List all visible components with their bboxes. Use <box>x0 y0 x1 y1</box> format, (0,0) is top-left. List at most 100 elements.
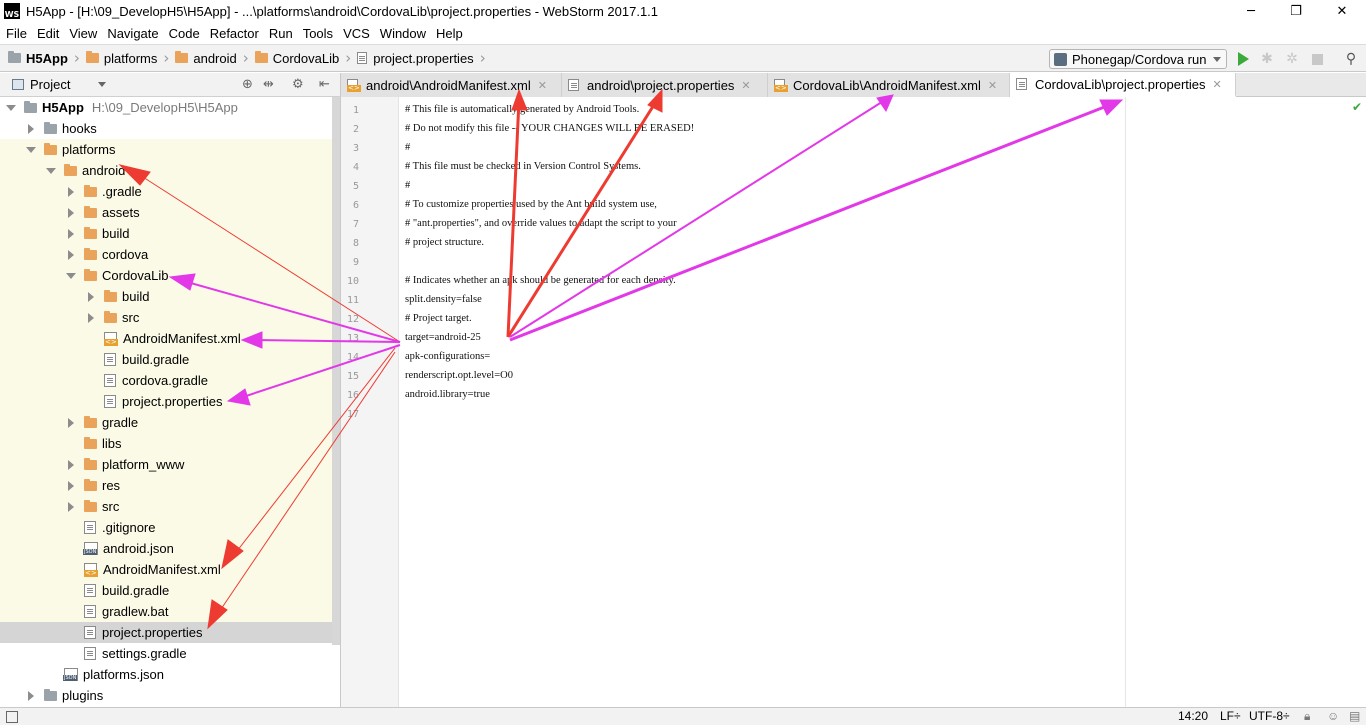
event-log-icon[interactable]: ▤ <box>1349 709 1360 723</box>
collapsed-arrow-icon[interactable] <box>86 313 96 323</box>
menu-tools[interactable]: Tools <box>298 26 338 41</box>
code-line[interactable]: # This file must be checked in Version C… <box>405 161 641 172</box>
code-line[interactable]: android.library=true <box>405 389 490 400</box>
collapsed-arrow-icon[interactable] <box>66 502 76 512</box>
lock-icon[interactable]: 🔒︎ <box>1304 709 1310 724</box>
expanded-arrow-icon[interactable] <box>26 145 36 155</box>
file-encoding[interactable]: UTF-8÷ <box>1249 709 1290 723</box>
menu-vcs[interactable]: VCS <box>338 26 375 41</box>
collapsed-arrow-icon[interactable] <box>66 460 76 470</box>
tree-item[interactable]: platforms.json <box>0 664 332 685</box>
collapsed-arrow-icon[interactable] <box>86 292 96 302</box>
chevron-down-icon[interactable] <box>98 82 107 87</box>
menu-code[interactable]: Code <box>164 26 205 41</box>
tool-window-toggle-icon[interactable] <box>6 711 18 723</box>
breadcrumb-h5app[interactable]: H5App <box>0 44 72 72</box>
tree-item[interactable]: AndroidManifest.xml <box>0 559 332 580</box>
tree-item[interactable]: assets <box>0 202 332 223</box>
tree-item[interactable]: gradlew.bat <box>0 601 332 622</box>
line-separator[interactable]: LF÷ <box>1220 709 1241 723</box>
tree-item[interactable]: project.properties <box>0 622 332 643</box>
collapsed-arrow-icon[interactable] <box>66 250 76 260</box>
tree-item[interactable]: res <box>0 475 332 496</box>
code-line[interactable]: apk-configurations= <box>405 351 490 362</box>
tree-item[interactable]: build.gradle <box>0 580 332 601</box>
tree-item[interactable]: settings.gradle <box>0 643 332 664</box>
menu-edit[interactable]: Edit <box>32 26 64 41</box>
caret-position[interactable]: 14:20 <box>1178 709 1208 723</box>
stop-button[interactable] <box>1309 51 1325 67</box>
code-line[interactable]: # Do not modify this file -- YOUR CHANGE… <box>405 123 694 134</box>
hide-panel-icon[interactable]: ⇤ <box>319 77 330 92</box>
menu-refactor[interactable]: Refactor <box>205 26 264 41</box>
menu-help[interactable]: Help <box>431 26 468 41</box>
tree-item[interactable]: android <box>0 160 332 181</box>
tree-item[interactable]: src <box>0 307 332 328</box>
restore-button[interactable]: ❐ <box>1273 0 1319 22</box>
close-tab-icon[interactable]: ✕ <box>988 79 997 92</box>
tree-item[interactable]: src <box>0 496 332 517</box>
menu-run[interactable]: Run <box>264 26 298 41</box>
scroll-from-source-icon[interactable]: ⊕ <box>242 77 253 92</box>
editor-tab[interactable]: CordovaLib\AndroidManifest.xml ✕ <box>768 73 1010 97</box>
tree-item[interactable]: build.gradle <box>0 349 332 370</box>
tree-item[interactable]: .gitignore <box>0 517 332 538</box>
expanded-arrow-icon[interactable] <box>6 103 16 113</box>
tree-item[interactable]: AndroidManifest.xml <box>0 328 332 349</box>
tree-item[interactable]: hooks <box>0 118 332 139</box>
breadcrumb-android[interactable]: android <box>171 44 240 72</box>
tree-item[interactable]: cordova.gradle <box>0 370 332 391</box>
code-line[interactable]: # Indicates whether an apk should be gen… <box>405 275 676 286</box>
tree-item[interactable]: android.json <box>0 538 332 559</box>
run-button[interactable] <box>1235 51 1251 67</box>
editor-tab[interactable]: CordovaLib\project.properties ✕ <box>1010 73 1236 97</box>
tree-item[interactable]: plugins <box>0 685 332 706</box>
editor-tab[interactable]: android\AndroidManifest.xml ✕ <box>341 73 562 97</box>
gear-icon[interactable]: ⚙ <box>292 77 304 92</box>
menu-window[interactable]: Window <box>375 26 431 41</box>
collapsed-arrow-icon[interactable] <box>66 187 76 197</box>
tree-item[interactable]: build <box>0 223 332 244</box>
tree-item[interactable]: build <box>0 286 332 307</box>
tree-item[interactable]: libs <box>0 433 332 454</box>
tree-item[interactable]: gradle <box>0 412 332 433</box>
code-line[interactable]: # This file is automatically generated b… <box>405 104 639 115</box>
code-line[interactable]: # <box>405 180 410 191</box>
menu-file[interactable]: File <box>0 26 32 41</box>
tree-item[interactable]: CordovaLib <box>0 265 332 286</box>
tree-item[interactable]: platforms <box>0 139 332 160</box>
code-line[interactable]: # <box>405 142 410 153</box>
code-line[interactable]: # Project target. <box>405 313 472 324</box>
collapsed-arrow-icon[interactable] <box>66 229 76 239</box>
coverage-button[interactable]: ✲ <box>1284 51 1300 67</box>
editor-tab[interactable]: android\project.properties ✕ <box>562 73 768 97</box>
hector-icon[interactable]: ☺ <box>1327 709 1339 723</box>
breadcrumb-project-properties[interactable]: project.properties <box>353 44 477 72</box>
code-line[interactable]: target=android-25 <box>405 332 481 343</box>
breadcrumb-platforms[interactable]: platforms <box>82 44 161 72</box>
project-view-select[interactable]: Project <box>30 77 70 92</box>
collapsed-arrow-icon[interactable] <box>26 691 36 701</box>
expanded-arrow-icon[interactable] <box>46 166 56 176</box>
minimize-button[interactable]: ─ <box>1228 0 1274 22</box>
menu-view[interactable]: View <box>64 26 102 41</box>
tree-item[interactable]: H5App H:\09_DevelopH5\H5App <box>0 97 332 118</box>
tree-item[interactable]: cordova <box>0 244 332 265</box>
search-button[interactable]: ⚲ <box>1343 51 1359 67</box>
tree-item[interactable]: project.properties <box>0 391 332 412</box>
run-configuration-select[interactable]: Phonegap/Cordova run <box>1049 49 1227 69</box>
expanded-arrow-icon[interactable] <box>66 271 76 281</box>
code-line[interactable]: # "ant.properties", and override values … <box>405 218 677 229</box>
project-tree-scrollbar[interactable] <box>332 97 340 645</box>
collapsed-arrow-icon[interactable] <box>66 208 76 218</box>
close-window-button[interactable]: ✕ <box>1319 0 1365 22</box>
collapsed-arrow-icon[interactable] <box>26 124 36 134</box>
code-line[interactable]: # project structure. <box>405 237 484 248</box>
close-tab-icon[interactable]: ✕ <box>538 79 547 92</box>
breadcrumb-cordovalib[interactable]: CordovaLib <box>251 44 344 72</box>
collapsed-arrow-icon[interactable] <box>66 481 76 491</box>
code-line[interactable]: # To customize properties used by the An… <box>405 199 657 210</box>
collapsed-arrow-icon[interactable] <box>66 418 76 428</box>
code-line[interactable]: split.density=false <box>405 294 482 305</box>
code-editor[interactable]: # This file is automatically generated b… <box>399 97 1366 707</box>
